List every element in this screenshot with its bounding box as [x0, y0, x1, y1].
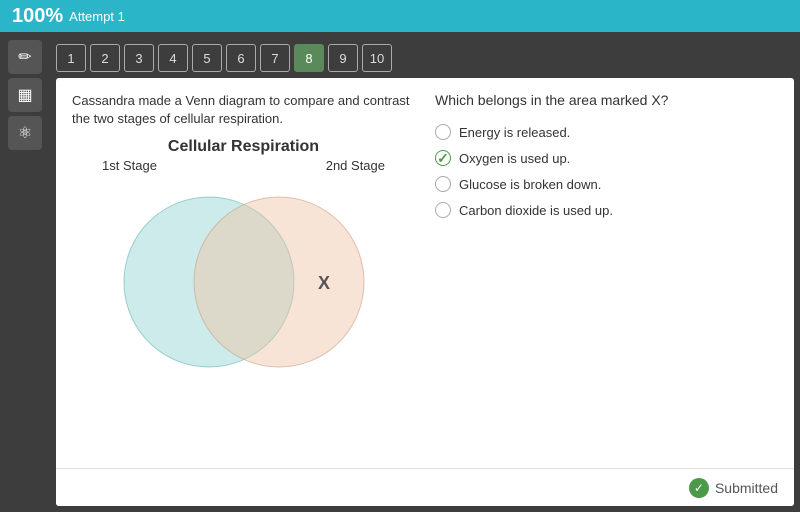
- option-a[interactable]: Energy is released.: [435, 124, 778, 140]
- option-b-text: Oxygen is used up.: [459, 151, 570, 166]
- question-nav-btn-2[interactable]: 2: [90, 44, 120, 72]
- answers-side: Which belongs in the area marked X? Ener…: [435, 92, 778, 454]
- question-nav-btn-10[interactable]: 10: [362, 44, 392, 72]
- stage2-label: 2nd Stage: [326, 158, 385, 173]
- main-layout: ✏ ▦ ⚛ 12345678910 Cassandra made a Venn …: [0, 32, 800, 512]
- checkmark-b: ✓: [437, 150, 449, 167]
- submitted-icon: ✓: [689, 478, 709, 498]
- diagram-stages: 1st Stage 2nd Stage: [72, 158, 415, 173]
- radio-a[interactable]: [435, 124, 451, 140]
- radio-b[interactable]: ✓: [435, 150, 451, 166]
- question-footer: ✓ Submitted: [56, 468, 794, 506]
- question-nav-btn-9[interactable]: 9: [328, 44, 358, 72]
- option-c[interactable]: Glucose is broken down.: [435, 176, 778, 192]
- question-text: Which belongs in the area marked X?: [435, 92, 778, 108]
- option-d[interactable]: Carbon dioxide is used up.: [435, 202, 778, 218]
- diagram-description: Cassandra made a Venn diagram to compare…: [72, 92, 415, 128]
- radio-d[interactable]: [435, 202, 451, 218]
- diagram-side: Cassandra made a Venn diagram to compare…: [72, 92, 415, 454]
- option-d-text: Carbon dioxide is used up.: [459, 203, 613, 218]
- radio-c[interactable]: [435, 176, 451, 192]
- svg-text:X: X: [317, 273, 329, 293]
- submitted-label: Submitted: [715, 480, 778, 496]
- content-area: 12345678910 Cassandra made a Venn diagra…: [50, 32, 800, 512]
- question-nav-btn-8[interactable]: 8: [294, 44, 324, 72]
- question-nav: 12345678910: [50, 38, 794, 78]
- calculator-icon[interactable]: ▦: [8, 78, 42, 112]
- pencil-icon[interactable]: ✏: [8, 40, 42, 74]
- option-a-text: Energy is released.: [459, 125, 570, 140]
- question-nav-btn-4[interactable]: 4: [158, 44, 188, 72]
- option-b[interactable]: ✓ Oxygen is used up.: [435, 150, 778, 166]
- question-nav-btn-6[interactable]: 6: [226, 44, 256, 72]
- diagram-title: Cellular Respiration: [72, 138, 415, 156]
- question-nav-btn-3[interactable]: 3: [124, 44, 154, 72]
- sidebar: ✏ ▦ ⚛: [0, 32, 50, 512]
- question-nav-btn-5[interactable]: 5: [192, 44, 222, 72]
- option-c-text: Glucose is broken down.: [459, 177, 601, 192]
- question-nav-btn-7[interactable]: 7: [260, 44, 290, 72]
- top-bar: 100% Attempt 1: [0, 0, 800, 32]
- atom-icon[interactable]: ⚛: [8, 116, 42, 150]
- attempt-label: Attempt 1: [69, 9, 125, 24]
- score-display: 100%: [12, 5, 63, 28]
- question-nav-btn-1[interactable]: 1: [56, 44, 86, 72]
- question-body: Cassandra made a Venn diagram to compare…: [56, 78, 794, 468]
- venn-diagram: X: [94, 177, 394, 377]
- question-card: Cassandra made a Venn diagram to compare…: [56, 78, 794, 506]
- stage1-label: 1st Stage: [102, 158, 157, 173]
